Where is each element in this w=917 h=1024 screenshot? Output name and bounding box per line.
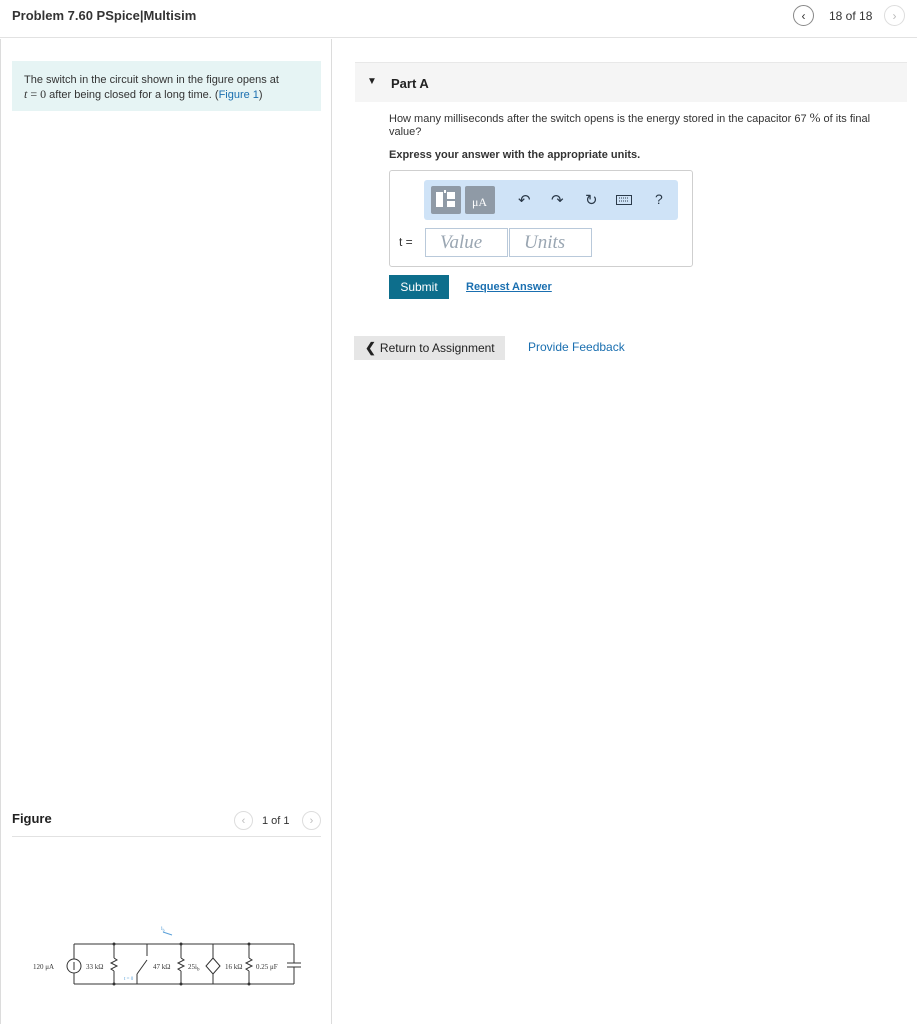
return-label: Return to Assignment — [379, 341, 495, 355]
redo-icon[interactable]: ↷ — [551, 191, 564, 209]
provide-feedback-link[interactable]: Provide Feedback — [528, 340, 625, 354]
prompt-text-after: after being closed for a long time. ( — [46, 89, 219, 101]
chevron-right-icon: › — [892, 8, 897, 23]
problem-counter: 18 of 18 — [829, 9, 873, 23]
prompt-text-end: ) — [258, 89, 263, 101]
answer-instruction: Express your answer with the appropriate… — [389, 149, 641, 161]
math-equals-zero: = 0 — [27, 87, 47, 101]
node — [179, 942, 183, 946]
request-answer-link[interactable]: Request Answer — [466, 281, 552, 293]
undo-icon[interactable]: ↶ — [518, 191, 531, 209]
figure-counter: 1 of 1 — [262, 815, 290, 827]
figure-title: Figure — [12, 811, 52, 826]
percent-symbol: % — [809, 110, 821, 125]
top-bar: Problem 7.60 PSpice|Multisim ‹ 18 of 18 … — [0, 0, 917, 38]
resistor-r2 — [176, 957, 186, 972]
answer-box: μA ↶ ↷ ↻ ? t = Value Units — [389, 170, 693, 267]
units-button[interactable]: μA — [465, 186, 495, 214]
caret-down-icon: ▼ — [367, 76, 377, 87]
keyboard-icon[interactable] — [616, 192, 632, 209]
figure-link[interactable]: Figure 1 — [219, 89, 259, 101]
node — [179, 982, 183, 986]
label-current-sub: b — [163, 928, 165, 933]
label-source: 120 μA — [33, 963, 54, 971]
answer-variable-label: t = — [399, 235, 413, 249]
prompt-text: The switch in the circuit shown in the f… — [24, 74, 279, 86]
figure-prev-button[interactable]: ‹ — [234, 811, 253, 830]
node — [247, 982, 251, 986]
previous-problem-button[interactable]: ‹ — [793, 5, 814, 26]
figure-header: Figure ‹ 1 of 1 › — [12, 799, 321, 837]
chevron-right-icon: › — [309, 814, 314, 827]
submit-button[interactable]: Submit — [389, 275, 449, 299]
return-to-assignment-button[interactable]: ❮ Return to Assignment — [354, 336, 505, 360]
value-input[interactable]: Value — [425, 228, 508, 257]
question-text: How many milliseconds after the switch o… — [389, 111, 894, 139]
label-dep-sub: b — [197, 968, 200, 973]
node — [112, 982, 116, 986]
next-problem-button[interactable]: › — [884, 5, 905, 26]
circuit-diagram: 120 μA 33 kΩ 47 kΩ 25ib 16 kΩ 0.25 μF t … — [33, 926, 301, 986]
problem-prompt: The switch in the circuit shown in the f… — [12, 61, 321, 111]
label-dep: 25ib — [188, 963, 200, 973]
chevron-left-icon: ‹ — [801, 8, 806, 23]
resistor-r3 — [244, 957, 254, 972]
dependent-source — [205, 957, 221, 975]
chevron-left-icon: ‹ — [241, 814, 246, 827]
templates-icon — [436, 190, 455, 207]
help-icon[interactable]: ? — [655, 191, 663, 207]
reset-icon[interactable]: ↻ — [585, 191, 598, 209]
question-before: How many milliseconds after the switch o… — [389, 113, 810, 125]
label-cap: 0.25 μF — [256, 963, 278, 971]
label-dep-coeff: 25i — [188, 963, 197, 971]
units-input[interactable]: Units — [509, 228, 592, 257]
figure-next-button[interactable]: › — [302, 811, 321, 830]
left-column: The switch in the circuit shown in the f… — [0, 39, 332, 1024]
templates-button[interactable] — [431, 186, 461, 214]
node — [247, 942, 251, 946]
math-toolbar: μA ↶ ↷ ↻ ? — [424, 180, 678, 220]
resistor-r1 — [109, 957, 119, 972]
chevron-left-icon: ❮ — [365, 340, 376, 355]
label-r2: 47 kΩ — [153, 963, 170, 971]
node — [112, 942, 116, 946]
label-current: ib — [161, 926, 165, 933]
label-switch: t = 0 — [124, 977, 134, 982]
part-a-label: Part A — [391, 76, 429, 91]
part-a-header[interactable]: ▼ Part A — [355, 62, 907, 102]
switch — [136, 959, 148, 975]
problem-title: Problem 7.60 PSpice|Multisim — [12, 8, 197, 23]
label-r3: 16 kΩ — [225, 963, 242, 971]
label-r1: 33 kΩ — [86, 963, 103, 971]
units-icon: μA — [472, 195, 488, 209]
